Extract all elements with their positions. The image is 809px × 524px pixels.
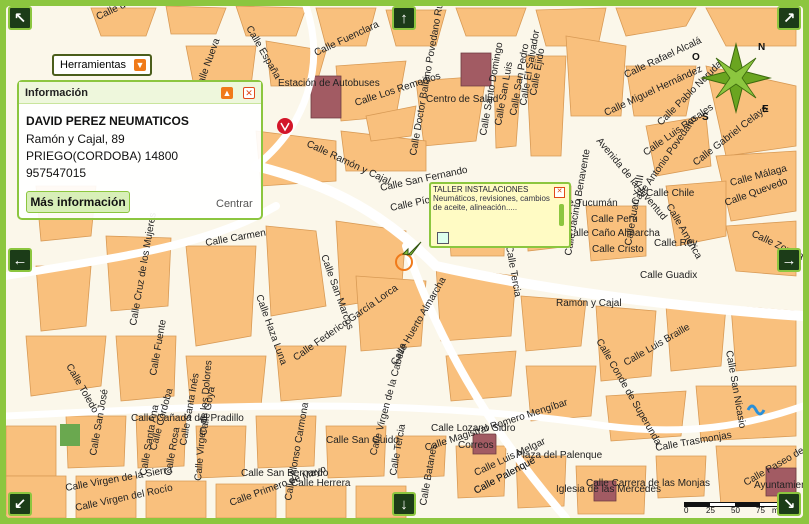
pan-northeast-button[interactable]: ↗ (777, 6, 801, 30)
edit-icon[interactable] (437, 232, 449, 244)
tools-label: Herramientas (60, 59, 127, 71)
map-frame[interactable]: Calle Rafael AlcaláCalle del RosarioCall… (6, 6, 803, 518)
street-label: Ramón y Cajal (556, 298, 622, 309)
business-name: DAVID PEREZ NEUMATICOS (26, 114, 189, 128)
tooltip-close-icon[interactable]: ✕ (554, 187, 565, 198)
svg-text:O: O (692, 52, 700, 63)
svg-text:N: N (758, 42, 765, 53)
more-info-button[interactable]: Más información (26, 191, 130, 213)
motorway-pin-icon[interactable] (277, 118, 293, 134)
poi-health-center: Centro de Salud (426, 94, 498, 105)
tooltip-title: TALLER INSTALACIONES (433, 185, 529, 194)
pan-north-button[interactable]: ↑ (392, 6, 416, 30)
pan-northwest-button[interactable]: ↖ (8, 6, 32, 30)
poi-post-office: Correos (458, 440, 494, 451)
tooltip-scrollbar[interactable] (559, 204, 564, 226)
poi-church: Iglesia de las Mercedes (556, 484, 661, 495)
scale-tick-25: 25 (706, 506, 715, 515)
park-area (60, 424, 80, 446)
pan-southeast-button[interactable]: ↘ (777, 492, 801, 516)
pan-southwest-button[interactable]: ↙ (8, 492, 32, 516)
business-address: Ramón y Cajal, 89 (26, 132, 125, 146)
street-label: Calle Cristo (592, 244, 644, 255)
info-panel-title: Información (25, 87, 88, 99)
business-phone: 957547015 (26, 166, 87, 180)
scale-tick-0: 0 (684, 506, 689, 515)
poi-tooltip: TALLER INSTALACIONES Neumáticos, revisio… (429, 182, 571, 248)
svg-text:S: S (702, 112, 709, 123)
scale-tick-50: 50 (731, 506, 740, 515)
street-label: Calle San Guido (326, 435, 399, 446)
tools-dropdown[interactable]: Herramientas ▼ (52, 54, 152, 76)
poi-bus-station: Estación de Autobuses (278, 78, 380, 89)
chevron-down-icon[interactable]: ▼ (134, 59, 146, 71)
svg-text:E: E (762, 104, 769, 115)
scale-tick-75: 75 (756, 506, 765, 515)
poi-square: Plaza del Palenque (516, 450, 603, 461)
close-icon[interactable]: ✕ (243, 87, 255, 99)
poi-town-hall: Ayuntamiento (754, 480, 803, 491)
street-label: Calle Caño Almarcha (566, 228, 660, 239)
pan-east-button[interactable]: → (777, 248, 801, 272)
scale-bar: 0 25 50 75 m (684, 502, 786, 515)
minimize-icon[interactable]: ▲ (221, 87, 233, 99)
street-label: Calle Guadix (640, 270, 697, 281)
tooltip-description: Neumáticos, revisiones, cambios de aceit… (433, 194, 550, 212)
business-city: PRIEGO(CORDOBA) 14800 (26, 149, 179, 163)
center-button[interactable]: Centrar (216, 198, 253, 210)
pan-south-button[interactable]: ↓ (392, 492, 416, 516)
info-panel-header: Información ▲ ✕ (19, 82, 261, 104)
info-panel: Información ▲ ✕ DAVID PEREZ NEUMATICOS R… (17, 80, 263, 220)
pan-west-button[interactable]: ← (8, 248, 32, 272)
